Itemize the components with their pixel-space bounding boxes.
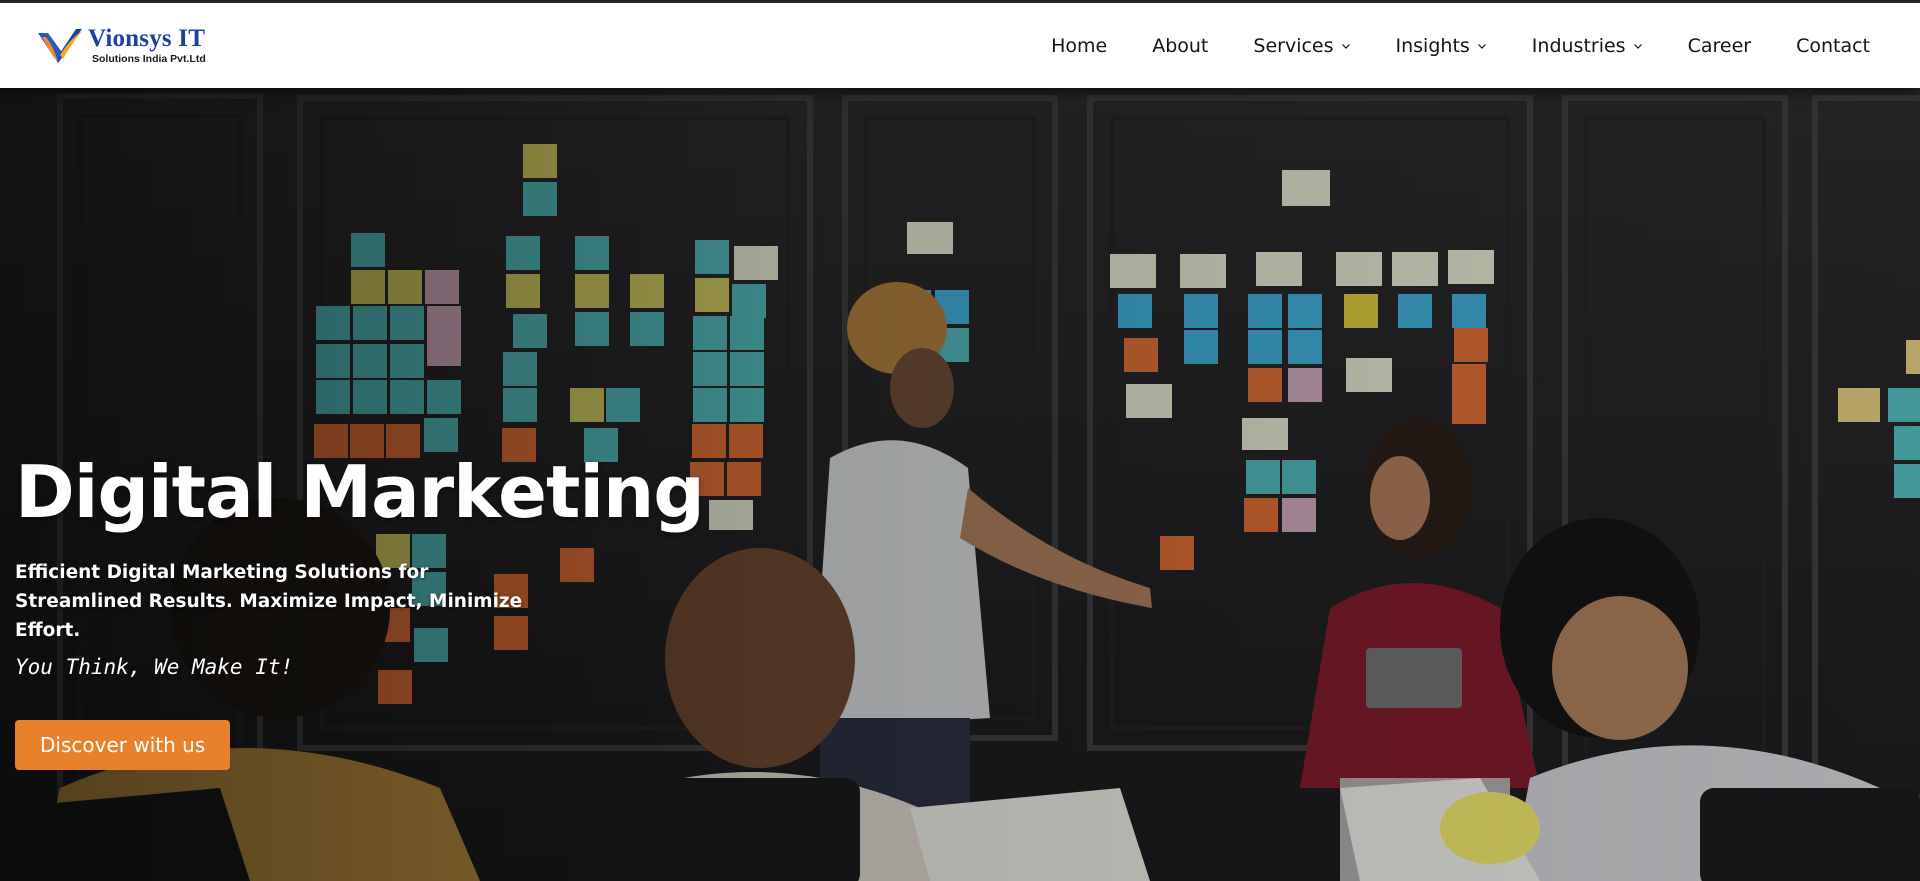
nav-label: About [1152, 34, 1209, 57]
logo-name: Vionsys IT [88, 25, 206, 53]
nav-item-home[interactable]: Home [1051, 35, 1107, 57]
nav-label: Career [1687, 34, 1752, 57]
main-nav: Home About Services Insights Industries … [1051, 35, 1870, 57]
nav-label: Services [1253, 34, 1334, 57]
chevron-down-icon [1477, 43, 1486, 49]
nav-label: Contact [1796, 34, 1870, 57]
chevron-down-icon [1341, 43, 1350, 49]
nav-item-about[interactable]: About [1152, 35, 1208, 57]
hero-title: Digital Marketing [15, 450, 705, 534]
nav-item-industries[interactable]: Industries [1532, 35, 1643, 57]
nav-label: Industries [1531, 34, 1626, 57]
nav-item-insights[interactable]: Insights [1396, 35, 1487, 57]
hero-tagline: You Think, We Make It! [15, 655, 294, 679]
nav-label: Insights [1395, 34, 1470, 57]
hero-section: Digital Marketing Efficient Digital Mark… [0, 88, 1920, 881]
discover-button[interactable]: Discover with us [15, 720, 231, 770]
hero-subtitle: Efficient Digital Marketing Solutions fo… [15, 562, 523, 641]
logo-subtitle: Solutions India Pvt.Ltd [92, 53, 206, 66]
nav-item-career[interactable]: Career [1688, 35, 1752, 57]
chevron-down-icon [1633, 43, 1642, 49]
v-logo-icon [38, 28, 82, 63]
nav-label: Home [1051, 34, 1108, 57]
nav-item-services[interactable]: Services [1253, 35, 1350, 57]
site-logo[interactable]: Vionsys IT Solutions India Pvt.Ltd [36, 25, 206, 67]
nav-item-contact[interactable]: Contact [1796, 35, 1870, 57]
site-header: Vionsys IT Solutions India Pvt.Ltd Home … [0, 3, 1920, 88]
